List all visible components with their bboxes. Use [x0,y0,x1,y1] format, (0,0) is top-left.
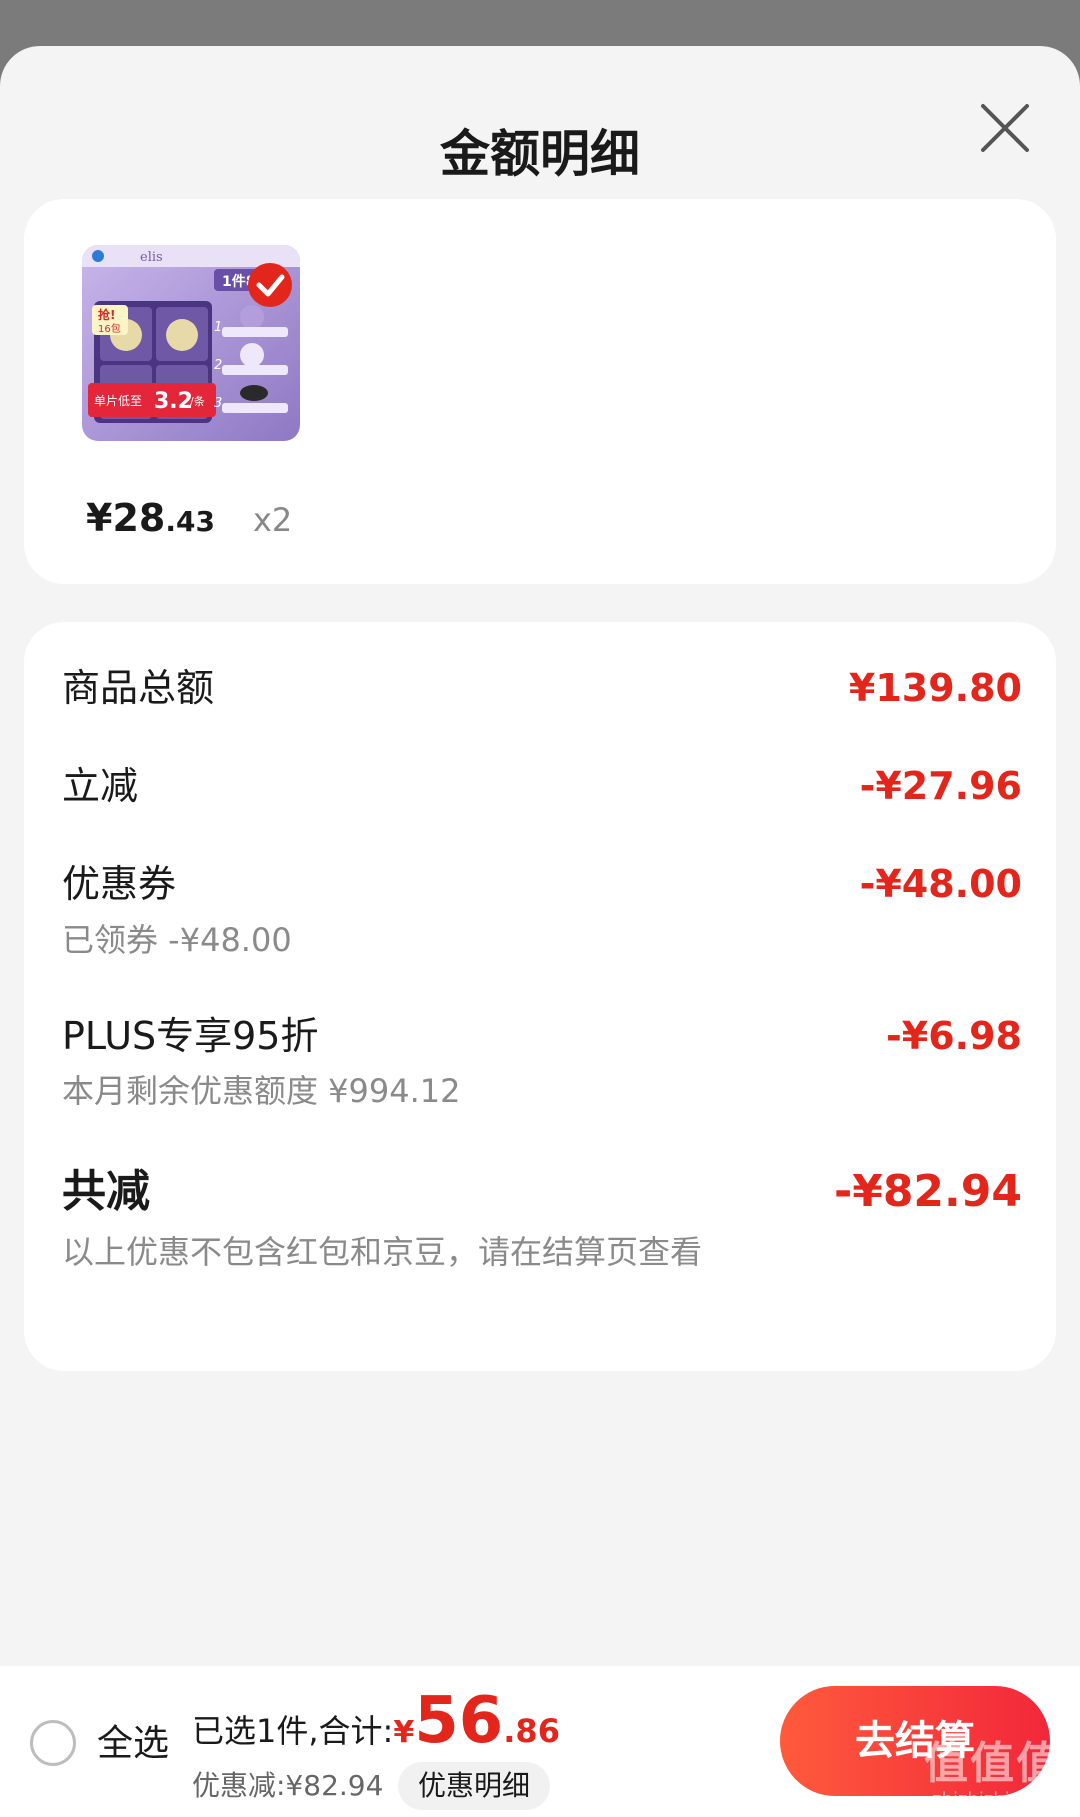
product-price: ¥28 [86,496,166,540]
product-pack-text: 16包 [98,322,121,335]
product-thumbnail[interactable]: elis 1件8 抢! 16包 单片低至 3.2 /条 1 2 3 [82,245,300,441]
coupon-label: 优惠券 [62,862,177,906]
instant-discount-label: 立减 [62,764,139,808]
product-brand-text: elis [140,250,163,265]
total-integer: 56 [414,1684,504,1758]
product-price-decimal: .43 [165,505,215,538]
product-promo-text: 抢! [98,307,115,322]
amount-detail-sheet: 金额明细 elis 1件8 抢! 16包 单片低至 3.2 /条 1 2 3 ¥… [0,46,1080,1817]
discount-note: 以上优惠不包含红包和京豆，请在结算页查看 [62,1233,703,1271]
subtotal-value: ¥139.80 [848,666,1022,710]
product-unit-value: 3.2 [154,389,193,414]
select-all-radio[interactable] [30,1720,76,1766]
discount-detail-button[interactable]: 优惠明细 [398,1762,551,1810]
product-quantity: x2 [252,501,293,539]
watermark: 值值值 zhizhizhi.com [918,1739,1068,1811]
watermark-url: zhizhizhi.com [932,1789,1054,1810]
plus-quota-label: 本月剩余优惠额度 ¥994.12 [62,1072,461,1110]
product-feature-number: 3 [214,396,222,411]
product-unit-label: 单片低至 [94,394,142,408]
discount-summary: 优惠减:¥82.94 [192,1769,384,1802]
selected-count-label: 已选1件,合计: [192,1712,394,1750]
watermark-logo: 值值值 [924,1738,1062,1789]
total-discount-label: 共减 [62,1166,150,1217]
coupon-value: -¥48.00 [859,862,1022,906]
product-feature-number: 2 [214,358,222,373]
amount-breakdown-card: 商品总额 ¥139.80 立减 -¥27.96 优惠券 已领券 -¥48.00 … [24,622,1056,1371]
select-all-label[interactable]: 全选 [97,1722,169,1766]
product-card: elis 1件8 抢! 16包 单片低至 3.2 /条 1 2 3 ¥28 .4… [24,199,1056,584]
plus-discount-label: PLUS专享95折 [62,1014,319,1058]
product-price-row: ¥28.43 x2 [86,496,292,546]
instant-discount-value: -¥27.96 [859,764,1022,808]
product-image: elis 1件8 抢! 16包 单片低至 3.2 /条 1 2 3 [82,245,300,441]
subtotal-label: 商品总额 [62,666,215,710]
total-decimal: .86 [503,1712,560,1750]
sheet-title: 金额明细 [440,125,640,183]
total-summary: 已选1件,合计: ¥56.86 [192,1686,560,1756]
close-icon[interactable] [975,98,1035,158]
coupon-sub-label: 已领券 -¥48.00 [62,921,292,959]
product-unit-suffix: /条 [190,394,205,408]
product-feature-number: 1 [214,320,222,335]
plus-discount-value: -¥6.98 [886,1014,1022,1058]
checkout-bar: 全选 已选1件,合计: ¥56.86 优惠减:¥82.94 优惠明细 去结算 值值… [0,1666,1080,1817]
total-currency: ¥ [393,1715,415,1750]
total-discount-value: -¥82.94 [833,1166,1022,1217]
